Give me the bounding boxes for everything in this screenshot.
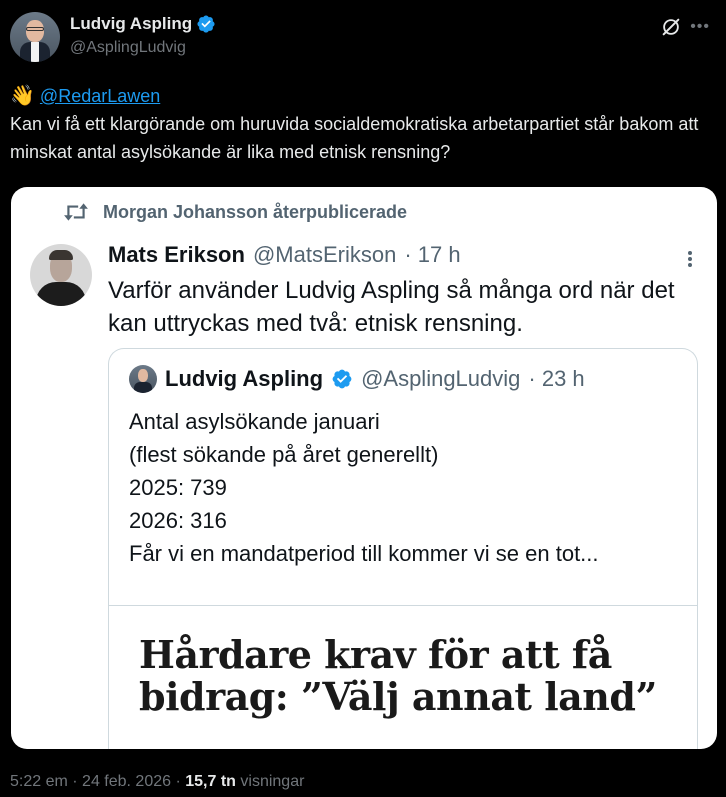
repost-label: Morgan Johansson återpublicerade xyxy=(103,201,408,222)
embedded-author-name[interactable]: Mats Erikson xyxy=(108,242,245,268)
post-header: Ludvig Aspling @AsplingLudvig ••• xyxy=(10,12,716,64)
author-display-name[interactable]: Ludvig Aspling xyxy=(70,14,192,34)
quoted-author-name: Ludvig Aspling xyxy=(165,366,324,391)
embedded-author-avatar[interactable] xyxy=(30,244,92,306)
quoted-line: Får vi en mandatperiod till kommer vi se… xyxy=(129,541,599,566)
author-name-row: Ludvig Aspling xyxy=(70,14,216,34)
embedded-author-row: Mats Erikson @MatsErikson · 17 h xyxy=(108,242,461,268)
repost-icon xyxy=(64,203,88,221)
author-avatar[interactable] xyxy=(10,12,60,62)
embedded-more-icon[interactable] xyxy=(687,249,693,269)
separator: · xyxy=(72,773,78,790)
quoted-author-handle: @AsplingLudvig xyxy=(361,366,521,391)
embedded-post-time: · 17 h xyxy=(404,242,461,267)
separator: · xyxy=(175,773,181,790)
quoted-line: 2026: 316 xyxy=(129,508,227,533)
post-text: 👋 @RedarLawen Kan vi få ett klargörande … xyxy=(10,82,716,166)
quoted-post-text: Antal asylsökande januari (flest sökande… xyxy=(129,405,689,570)
quoted-line: (flest sökande på året generellt) xyxy=(129,442,439,467)
quoted-post-card[interactable]: Ludvig Aspling @AsplingLudvig · 23 h Ant… xyxy=(108,348,698,749)
views-count: 15,7 tn xyxy=(185,773,236,790)
post-meta: 5:22 em · 24 feb. 2026 · 15,7 tn visning… xyxy=(10,773,304,791)
verified-badge-icon xyxy=(197,15,215,33)
quoted-line: 2025: 739 xyxy=(129,475,227,500)
quoted-line: Antal asylsökande januari xyxy=(129,409,380,434)
views-label: visningar xyxy=(240,773,305,790)
article-image: Hårdare krav för att få bidrag: ”Välj an… xyxy=(109,606,697,749)
repost-indicator: Morgan Johansson återpublicerade xyxy=(63,201,407,223)
waving-hand-emoji: 👋 xyxy=(10,85,35,107)
quoted-post-header: Ludvig Aspling @AsplingLudvig · 23 h xyxy=(129,365,585,393)
quoted-post-time: · 23 h xyxy=(528,366,585,391)
embedded-post-text: Varför använder Ludvig Aspling så många … xyxy=(108,277,675,337)
embedded-screenshot[interactable]: Morgan Johansson återpublicerade Mats Er… xyxy=(11,187,717,749)
post-time[interactable]: 5:22 em xyxy=(10,773,68,790)
mention-link[interactable]: @RedarLawen xyxy=(40,86,160,106)
grok-icon[interactable] xyxy=(660,16,682,38)
quoted-author-avatar xyxy=(129,365,157,393)
headline-line: Hårdare krav för att få xyxy=(139,632,612,677)
embedded-author-handle[interactable]: @MatsErikson xyxy=(253,242,396,268)
article-headline: Hårdare krav för att få bidrag: ”Välj an… xyxy=(139,634,679,718)
verified-badge-icon xyxy=(332,369,352,389)
headline-line: bidrag: ”Välj annat land” xyxy=(139,674,657,719)
post-date[interactable]: 24 feb. 2026 xyxy=(82,773,171,790)
post-body-text: Kan vi få ett klargörande om huruvida so… xyxy=(10,114,699,162)
author-handle[interactable]: @AsplingLudvig xyxy=(70,39,186,57)
more-options-icon[interactable]: ••• xyxy=(690,18,710,36)
